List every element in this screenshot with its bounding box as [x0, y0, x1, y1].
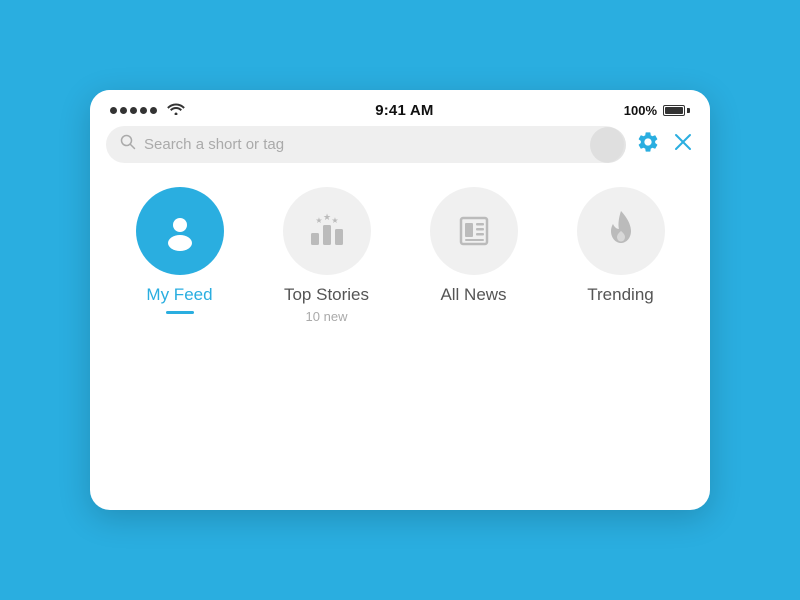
close-icon[interactable]: [672, 131, 694, 159]
nav-row: My Feed ★ ★ ★ Top Stories 10 new: [90, 163, 710, 354]
battery-body: [663, 105, 685, 116]
status-bar: 9:41 AM 100%: [90, 90, 710, 126]
search-container[interactable]: Search a short or tag: [106, 126, 624, 163]
wifi-icon: [167, 102, 185, 118]
top-stories-sublabel: 10 new: [306, 309, 348, 324]
trending-circle: [577, 187, 665, 275]
chart-stars-icon: ★ ★ ★: [305, 211, 349, 251]
svg-text:★: ★: [331, 216, 338, 225]
dot-2: [120, 107, 127, 114]
all-news-label: All News: [440, 285, 506, 305]
search-avatar-overlay: [590, 127, 626, 163]
dot-5: [150, 107, 157, 114]
search-placeholder: Search a short or tag: [144, 136, 610, 153]
trending-label: Trending: [587, 285, 653, 305]
nav-item-trending[interactable]: Trending: [566, 187, 676, 305]
search-row-wrapper: Search a short or tag: [90, 126, 710, 163]
svg-text:★: ★: [315, 216, 322, 225]
signal-dots: [110, 107, 157, 114]
my-feed-circle: [136, 187, 224, 275]
my-feed-label: My Feed: [146, 285, 212, 305]
dot-3: [130, 107, 137, 114]
nav-item-top-stories[interactable]: ★ ★ ★ Top Stories 10 new: [272, 187, 382, 324]
flame-icon: [603, 209, 639, 253]
top-stories-label: Top Stories: [284, 285, 369, 305]
dot-1: [110, 107, 117, 114]
search-icon: [120, 134, 136, 155]
dot-4: [140, 107, 147, 114]
nav-item-all-news[interactable]: All News: [419, 187, 529, 305]
status-time: 9:41 AM: [375, 102, 433, 119]
nav-item-my-feed[interactable]: My Feed: [125, 187, 235, 314]
newspaper-icon: [453, 210, 495, 252]
person-icon: [160, 211, 200, 251]
battery-tip: [687, 108, 690, 113]
status-right: 100%: [624, 103, 690, 118]
top-stories-circle: ★ ★ ★: [283, 187, 371, 275]
svg-text:★: ★: [322, 212, 330, 222]
active-underline: [166, 311, 194, 314]
gear-icon[interactable]: [636, 130, 660, 160]
all-news-circle: [430, 187, 518, 275]
battery-icon: [663, 105, 690, 116]
battery-fill: [665, 107, 683, 114]
battery-percent: 100%: [624, 103, 657, 118]
status-left: [110, 102, 185, 118]
phone-card: 9:41 AM 100% Search a short or tag: [90, 90, 710, 510]
